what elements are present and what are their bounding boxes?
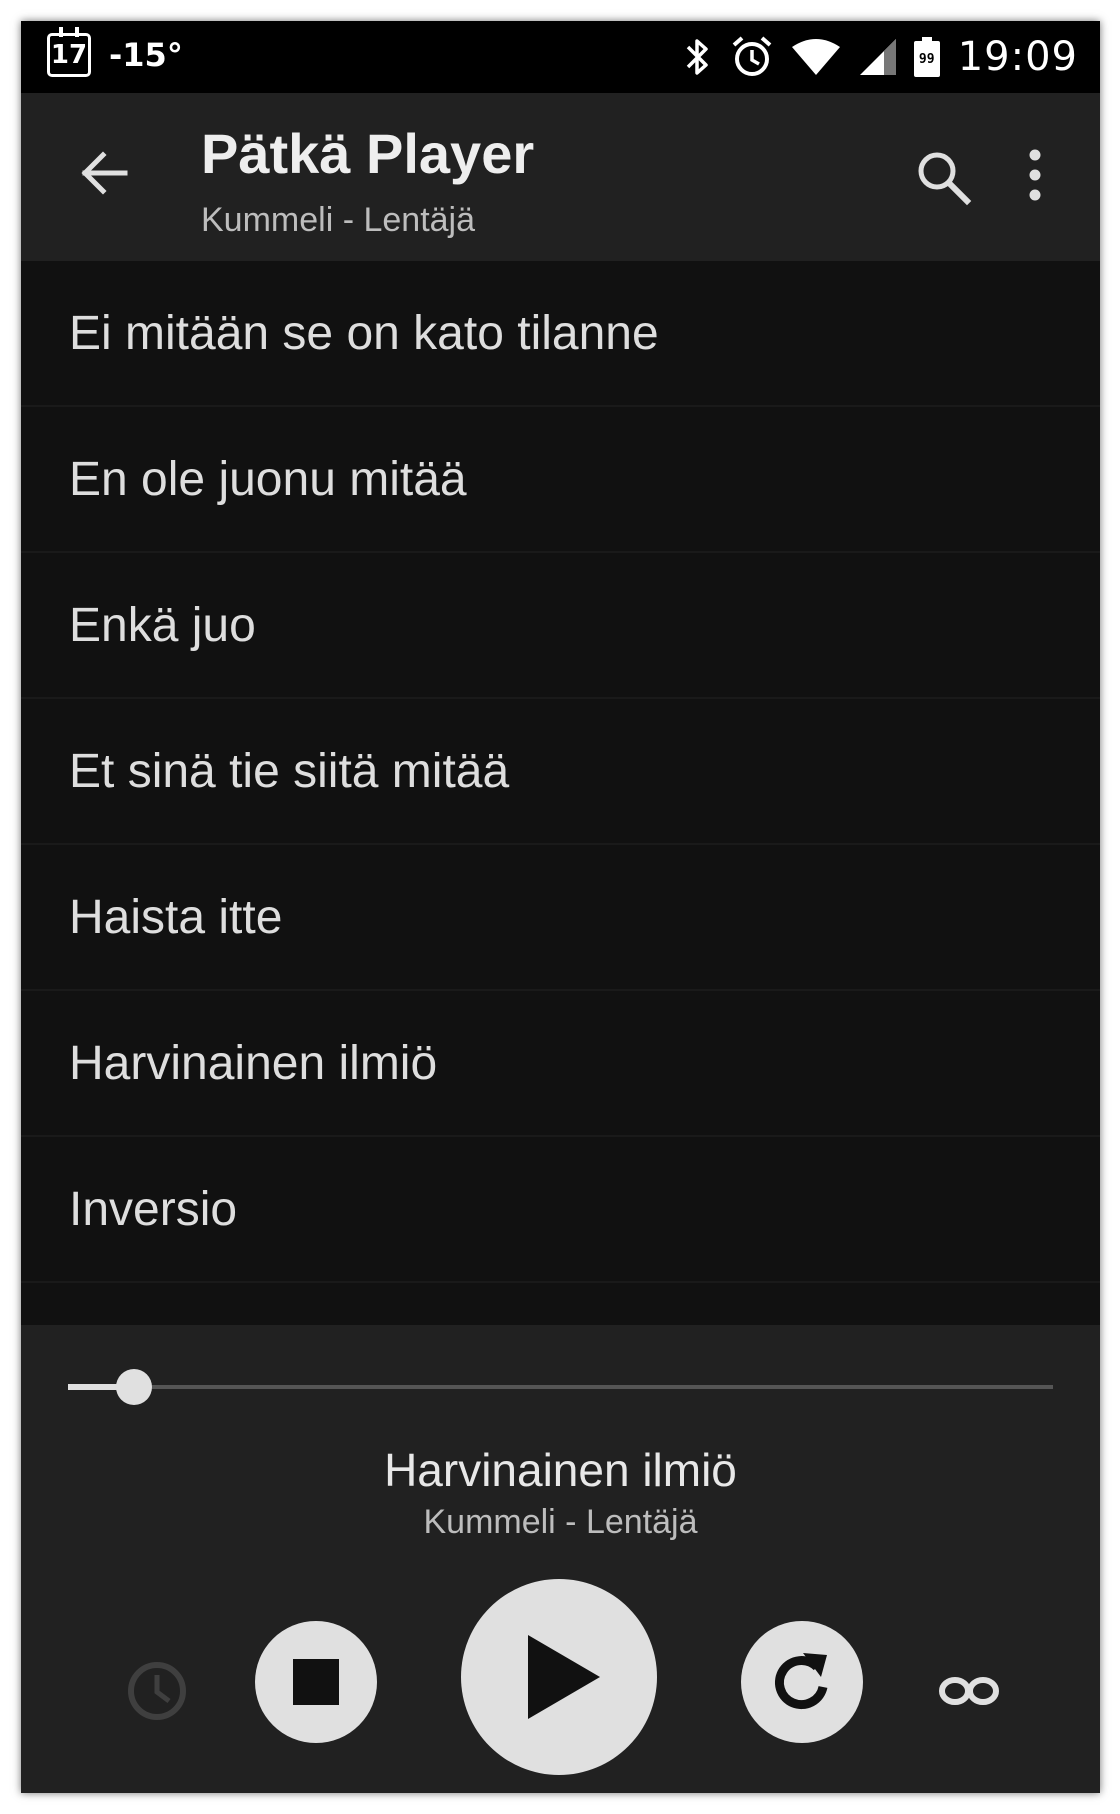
loop-icon [939, 1677, 999, 1705]
track-item[interactable]: Enkä juo [21, 553, 1100, 699]
calendar-day: 17 [50, 40, 88, 70]
back-arrow-icon [81, 151, 128, 195]
track-item[interactable]: Haista itte [21, 845, 1100, 991]
player-panel: Harvinainen ilmiö Kummeli - Lentäjä [21, 1325, 1100, 1793]
track-item[interactable]: Et sinä tie siitä mitää [21, 699, 1100, 845]
loop-button[interactable] [929, 1651, 1009, 1731]
status-bar: 17 -15° 99 19:09 [21, 21, 1100, 93]
seek-bar[interactable] [68, 1367, 1053, 1407]
track-list: Ei mitään se on kato tilanne En ole juon… [21, 261, 1100, 1325]
replay-button[interactable] [741, 1621, 863, 1743]
now-playing-title: Harvinainen ilmiö [384, 1444, 737, 1496]
clock: 19:09 [957, 34, 1078, 80]
temperature-readout: -15° [109, 36, 183, 74]
track-title: Ei mitään se on kato tilanne [69, 306, 659, 360]
play-icon [528, 1635, 600, 1719]
play-button[interactable] [461, 1579, 657, 1775]
wifi-icon [791, 39, 840, 75]
battery-icon: 99 [913, 37, 940, 77]
calendar-icon: 17 [47, 27, 91, 77]
track-item[interactable]: Inversio [21, 1137, 1100, 1283]
app-title: Pätkä Player [201, 122, 535, 185]
overflow-menu-button[interactable] [1019, 145, 1051, 209]
track-title: Haista itte [69, 890, 283, 944]
track-title: Inversio [69, 1182, 238, 1236]
sleep-timer-button[interactable] [117, 1651, 197, 1731]
app-subtitle: Kummeli - Lentäjä [201, 201, 476, 239]
cellular-signal-icon [859, 39, 896, 75]
status-bar-left: 17 -15° [47, 27, 183, 77]
track-title: Harvinainen ilmiö [69, 1036, 438, 1090]
more-vert-icon [1029, 149, 1041, 201]
back-button[interactable] [73, 141, 137, 205]
seek-thumb[interactable] [115, 1369, 152, 1405]
stop-button[interactable] [255, 1621, 377, 1743]
bluetooth-icon [686, 39, 708, 75]
search-button[interactable] [911, 145, 975, 209]
status-bar-right: 99 19:09 [684, 29, 1078, 85]
search-icon [918, 152, 972, 206]
phone-screen: 17 -15° 99 19:09 Pätkä Player Kummeli - … [21, 21, 1100, 1793]
battery-level: 99 [918, 51, 935, 67]
track-item[interactable]: En ole juonu mitää [21, 407, 1100, 553]
seek-track [68, 1385, 1053, 1389]
track-item[interactable]: Ei mitään se on kato tilanne [21, 261, 1100, 407]
alarm-icon [732, 36, 772, 76]
stop-icon [293, 1659, 339, 1705]
now-playing-subtitle: Kummeli - Lentäjä [423, 1503, 698, 1541]
track-title: Enkä juo [69, 598, 256, 652]
track-item[interactable]: Harvinainen ilmiö [21, 991, 1100, 1137]
track-title: Et sinä tie siitä mitää [69, 744, 510, 798]
app-bar: Pätkä Player Kummeli - Lentäjä [21, 93, 1100, 261]
track-title: En ole juonu mitää [69, 452, 467, 506]
replay-icon [774, 1653, 828, 1710]
sleep-timer-icon [128, 1662, 186, 1720]
